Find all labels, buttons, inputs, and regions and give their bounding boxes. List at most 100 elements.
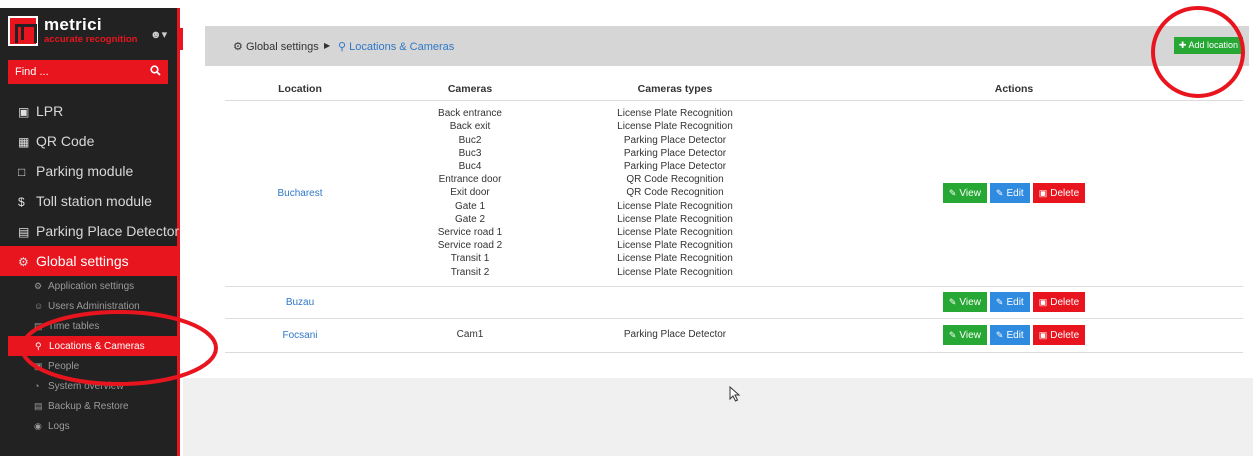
footer-area <box>183 378 1253 456</box>
car-icon: ▤ <box>18 225 30 239</box>
submenu-item-locations-cameras[interactable]: ⚲ Locations & Cameras <box>8 336 178 356</box>
map-marker-icon: ⚲ <box>338 41 347 53</box>
camera-name: Buc4 <box>458 160 482 172</box>
camera-name: Gate 1 <box>454 200 486 212</box>
camera-name: Exit door <box>450 187 490 199</box>
menu-item-label: Parking module <box>36 163 134 179</box>
gear-icon: ⚙ <box>34 281 43 291</box>
app-root: metrici accurate recognition ☻▾ ‹ ▣LPR ▦… <box>0 0 1253 456</box>
qr-code-icon: ▦ <box>18 135 30 149</box>
submenu-item-system-overview[interactable]: ◔ System overview <box>8 376 178 396</box>
search-icon[interactable] <box>142 60 168 84</box>
submenu-item-label: Backup & Restore <box>48 401 129 412</box>
menu-item-parking-module[interactable]: □ Parking module <box>8 156 178 186</box>
edit-button[interactable]: ✎ Edit <box>989 183 1030 203</box>
breadcrumb-separator-icon: ▶ <box>324 41 331 50</box>
trash-icon: ▣ <box>1038 188 1048 198</box>
submenu-item-label: Locations & Cameras <box>49 341 145 352</box>
gears-icon: ⚙ <box>18 255 29 269</box>
breadcrumb-global-settings[interactable]: ⚙ Global settings <box>233 40 319 53</box>
user-icon[interactable]: ☻▾ <box>150 28 167 41</box>
database-icon: ▤ <box>34 401 43 411</box>
breadcrumb-label: Global settings <box>245 41 319 53</box>
action-buttons: ✎ View ✎ Edit ▣ Delete <box>785 325 1243 345</box>
menu-item-qr-code[interactable]: ▦ QR Code <box>8 126 178 156</box>
logo[interactable]: metrici accurate recognition <box>8 15 168 50</box>
menu-item-label: Parking Place Detector <box>36 223 180 239</box>
edit-button[interactable]: ✎ Edit <box>989 325 1030 345</box>
location-link[interactable]: Bucharest <box>277 188 322 199</box>
delete-button[interactable]: ▣ Delete <box>1032 292 1086 312</box>
location-cell: Bucharest <box>225 100 375 287</box>
view-button[interactable]: ✎ View <box>942 183 987 203</box>
camera-name: Cam1 <box>456 329 484 341</box>
id-card-icon: ▣ <box>34 361 43 371</box>
view-button[interactable]: ✎ View <box>942 292 987 312</box>
submenu-item-label: Users Administration <box>48 301 140 312</box>
submenu-item-label: Time tables <box>48 321 100 332</box>
camera-type: Parking Place Detector <box>623 147 727 159</box>
button-label: Delete <box>1050 330 1080 341</box>
camera-types-cell <box>565 286 785 319</box>
submenu-item-logs[interactable]: ◉ Logs <box>8 416 178 436</box>
edit-icon: ✎ <box>948 188 957 198</box>
submenu-item-backup-restore[interactable]: ▤ Backup & Restore <box>8 396 178 416</box>
gears-icon: ⚙ <box>233 41 243 53</box>
sidebar: metrici accurate recognition ☻▾ ‹ ▣LPR ▦… <box>0 8 188 456</box>
menu-item-toll-station[interactable]: $ Toll station module <box>8 186 178 216</box>
video-camera-icon: ▣ <box>18 105 30 119</box>
location-link[interactable]: Buzau <box>286 297 314 308</box>
menu-item-lpr[interactable]: ▣ LPR <box>8 96 178 126</box>
submenu-item-people[interactable]: ▣ People <box>8 356 178 376</box>
button-label: Delete <box>1050 188 1080 199</box>
menu-item-label: LPR <box>36 103 64 119</box>
view-button[interactable]: ✎ View <box>942 325 987 345</box>
camera-type: Parking Place Detector <box>623 160 727 172</box>
camera-types-cell: License Plate Recognition License Plate R… <box>565 100 785 287</box>
location-cell: Focsani <box>225 318 375 353</box>
submenu-item-application-settings[interactable]: ⚙ Application settings <box>8 276 178 296</box>
location-link[interactable]: Focsani <box>282 330 317 341</box>
delete-button[interactable]: ▣ Delete <box>1032 183 1086 203</box>
dashboard-icon: ◔ <box>34 381 40 391</box>
trash-icon: ▣ <box>1038 297 1048 307</box>
button-label: Edit <box>1006 188 1024 199</box>
menu-item-label: QR Code <box>36 133 95 149</box>
camera-type: License Plate Recognition <box>617 266 733 278</box>
submenu-item-label: System overview <box>48 381 124 392</box>
submenu-item-users-administration[interactable]: ☺ Users Administration <box>8 296 178 316</box>
edit-button[interactable]: ✎ Edit <box>989 292 1030 312</box>
header-actions: Actions <box>785 78 1243 101</box>
calendar-icon: ▤ <box>34 321 43 331</box>
sidebar-search <box>8 60 168 84</box>
action-buttons: ✎ View ✎ Edit ▣ Delete <box>785 183 1243 203</box>
edit-icon: ✎ <box>948 330 957 340</box>
camera-name: Service road 1 <box>437 227 503 238</box>
edit-icon: ✎ <box>995 330 1004 340</box>
dollar-icon: $ <box>18 195 25 209</box>
submenu-item-label: Logs <box>48 421 70 432</box>
locations-table: Location Cameras Cameras types Actions B… <box>225 78 1243 353</box>
delete-button[interactable]: ▣ Delete <box>1032 325 1086 345</box>
search-input[interactable] <box>8 60 142 84</box>
menu-item-global-settings[interactable]: ⚙ Global settings <box>0 246 177 276</box>
camera-type: QR Code Recognition <box>626 187 724 199</box>
camera-type: QR Code Recognition <box>626 174 724 186</box>
breadcrumb-locations-cameras[interactable]: ⚲ Locations & Cameras <box>338 40 454 53</box>
edit-icon: ✎ <box>948 297 957 307</box>
camera-name: Back entrance <box>438 108 502 120</box>
cameras-cell: Back entrance Back exit Buc2 Buc3 Buc4 Entran… <box>375 100 565 287</box>
logo-name: metrici <box>44 15 102 34</box>
actions-cell: ✎ View ✎ Edit ▣ Delete <box>785 286 1243 319</box>
header-location: Location <box>225 78 375 101</box>
add-location-button[interactable]: ✚ Add location <box>1173 37 1243 54</box>
button-label: Delete <box>1050 297 1080 308</box>
menu-item-parking-place-detector[interactable]: ▤ Parking Place Detector <box>8 216 180 246</box>
camera-type: License Plate Recognition <box>617 200 733 212</box>
eye-icon: ◉ <box>34 421 42 431</box>
header-cameras: Cameras <box>375 78 565 101</box>
camera-type: Parking Place Detector <box>623 134 727 146</box>
menu-item-label: Global settings <box>36 253 129 269</box>
submenu-item-time-tables[interactable]: ▤ Time tables <box>8 316 178 336</box>
camera-type: License Plate Recognition <box>617 253 733 265</box>
